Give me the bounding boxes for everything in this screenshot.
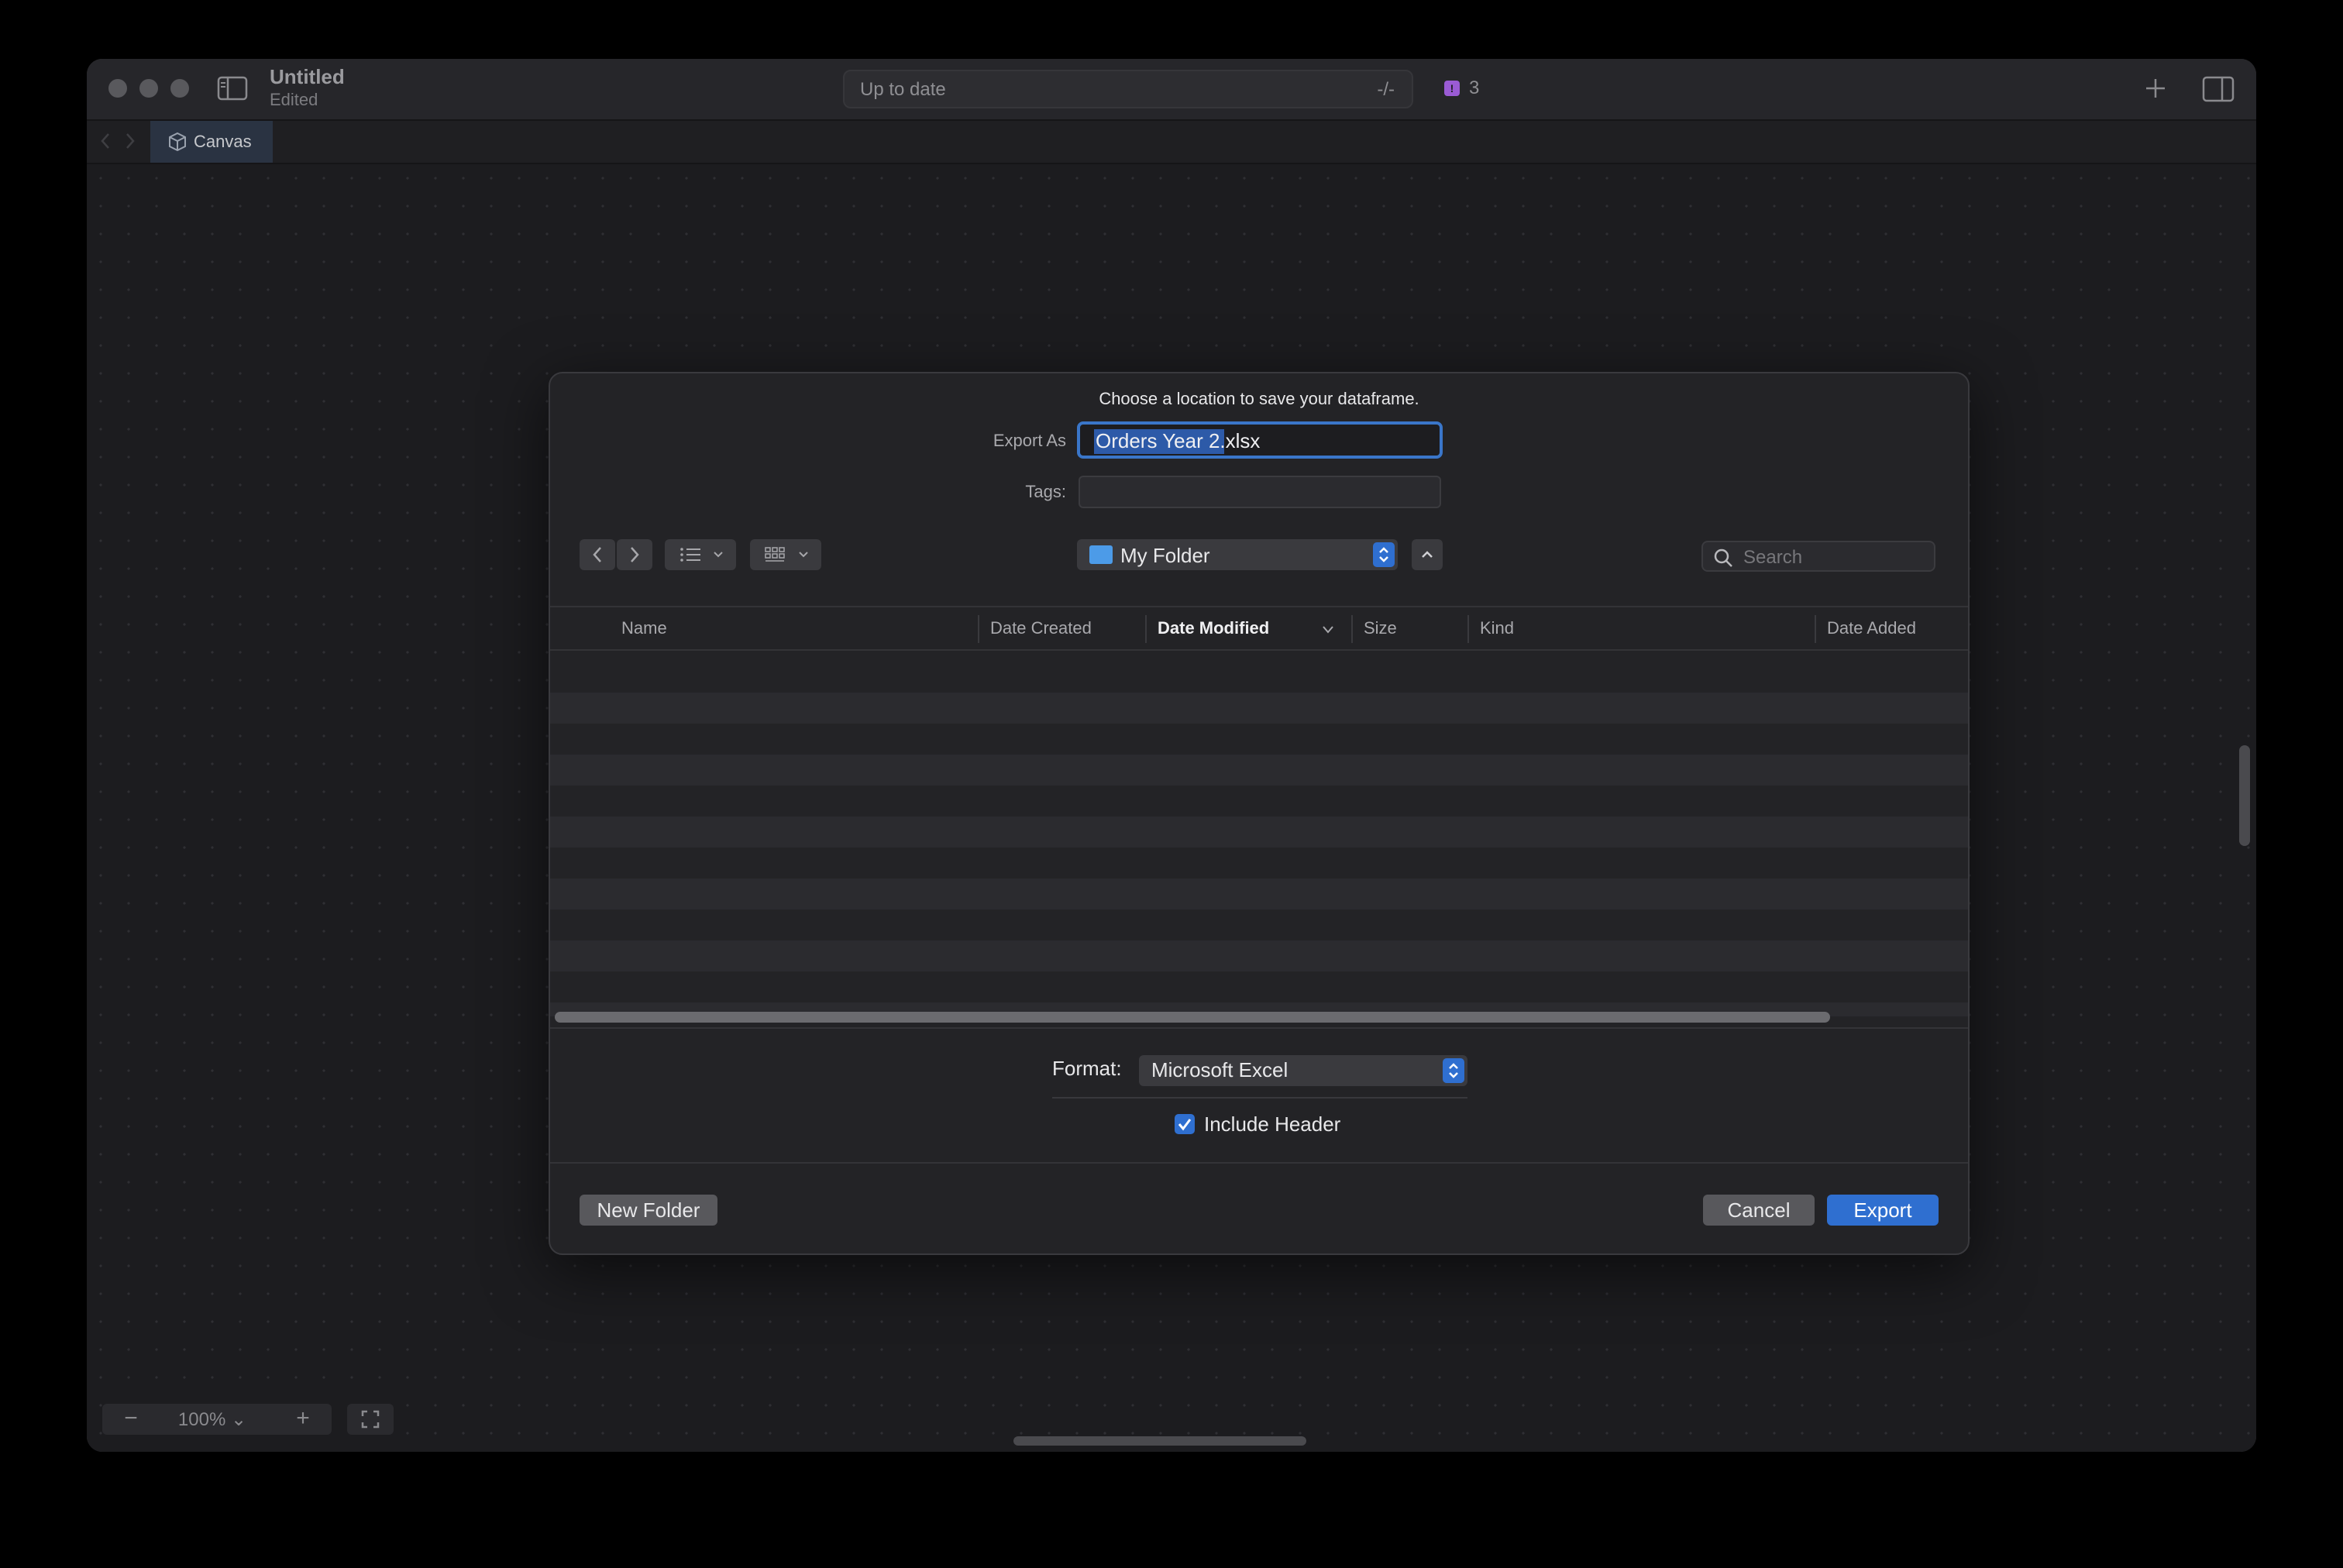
forward-icon[interactable]	[124, 132, 136, 154]
export-button[interactable]: Export	[1827, 1195, 1939, 1226]
sidebar-toggle-icon[interactable]	[217, 76, 248, 105]
cancel-button[interactable]: Cancel	[1703, 1195, 1815, 1226]
search-placeholder: Search	[1743, 547, 1803, 568]
column-date-added[interactable]: Date Added	[1827, 618, 1916, 638]
column-kind[interactable]: Kind	[1480, 618, 1514, 638]
export-as-label: Export As	[993, 431, 1066, 450]
column-date-modified[interactable]: Date Modified	[1158, 618, 1269, 638]
file-list[interactable]	[550, 652, 1968, 1016]
tags-input[interactable]	[1079, 476, 1441, 508]
status-field[interactable]: Up to date -/-	[843, 70, 1413, 108]
file-list-header: Name Date Created Date Modified Size Kin…	[550, 606, 1968, 651]
list-icon	[680, 548, 723, 562]
zoom-in-button[interactable]: +	[274, 1404, 332, 1435]
popup-arrows-icon	[1443, 1058, 1464, 1083]
issues-button[interactable]: ! 3	[1444, 70, 1506, 108]
list-row	[550, 940, 1968, 971]
group-view-button[interactable]	[750, 539, 821, 570]
tags-label: Tags:	[1025, 482, 1066, 501]
include-header-checkbox[interactable]	[1175, 1114, 1195, 1134]
forward-button[interactable]	[617, 539, 652, 570]
zoom-level-menu[interactable]: 100% ⌄	[164, 1408, 260, 1431]
dialog-message: Choose a location to save your dataframe…	[1099, 389, 1419, 408]
chevron-up-icon	[1422, 551, 1433, 558]
tab-bar: Canvas	[87, 121, 2256, 164]
divider	[1052, 1097, 1467, 1099]
location-value: My Folder	[1120, 544, 1210, 567]
issue-icon: !	[1444, 81, 1460, 96]
zoom-group: − 100% ⌄ +	[102, 1404, 332, 1435]
fullscreen-icon	[361, 1410, 380, 1429]
column-divider[interactable]	[978, 615, 979, 643]
list-row	[550, 693, 1968, 724]
popup-arrows-icon	[1373, 542, 1395, 567]
list-view-button[interactable]	[665, 539, 736, 570]
diff-text: -/-	[1377, 79, 1395, 100]
zoom-out-button[interactable]: −	[102, 1404, 160, 1435]
list-row	[550, 817, 1968, 848]
issues-count: 3	[1469, 77, 1480, 98]
title-bar: Untitled Edited Up to date -/- ! 3	[87, 59, 2256, 121]
format-label: Format:	[1052, 1057, 1122, 1080]
minimize-window-button[interactable]	[139, 79, 158, 98]
column-divider[interactable]	[1145, 615, 1147, 643]
sort-descending-icon	[1322, 624, 1334, 638]
search-input[interactable]: Search	[1701, 541, 1935, 572]
back-button[interactable]	[580, 539, 615, 570]
canvas-vertical-scrollbar[interactable]	[2239, 745, 2250, 846]
zoom-window-button[interactable]	[170, 79, 189, 98]
back-icon[interactable]	[99, 132, 112, 154]
export-as-input[interactable]: Orders Year 2.xlsx	[1077, 421, 1443, 459]
tab-canvas[interactable]: Canvas	[150, 121, 273, 163]
fit-to-screen-button[interactable]	[347, 1404, 394, 1435]
chevron-right-icon	[631, 547, 639, 562]
format-popup[interactable]: Microsoft Excel	[1139, 1055, 1467, 1086]
divider	[550, 1027, 1968, 1029]
export-dialog: Choose a location to save your dataframe…	[549, 372, 1970, 1255]
inspector-toggle-icon[interactable]	[2202, 76, 2235, 106]
export-as-value: Orders Year 2.xlsx	[1096, 429, 1261, 452]
window-subtitle: Edited	[270, 90, 318, 109]
column-divider[interactable]	[1815, 615, 1816, 643]
divider	[550, 1162, 1968, 1164]
location-popup[interactable]: My Folder	[1077, 539, 1398, 570]
column-name[interactable]: Name	[621, 618, 667, 638]
checkmark-icon	[1178, 1119, 1192, 1131]
expand-collapse-button[interactable]	[1412, 539, 1443, 570]
window-title: Untitled	[270, 65, 345, 88]
format-value: Microsoft Excel	[1151, 1058, 1288, 1081]
list-row	[550, 879, 1968, 910]
tab-canvas-label: Canvas	[194, 132, 252, 151]
new-folder-button[interactable]: New Folder	[580, 1195, 717, 1226]
canvas-horizontal-scrollbar[interactable]	[1013, 1436, 1306, 1446]
close-window-button[interactable]	[108, 79, 127, 98]
cube-icon	[167, 132, 188, 156]
column-divider[interactable]	[1467, 615, 1469, 643]
status-text: Up to date	[860, 79, 946, 100]
add-icon[interactable]	[2142, 74, 2169, 106]
search-icon	[1712, 547, 1734, 573]
folder-icon	[1089, 545, 1113, 564]
column-divider[interactable]	[1351, 615, 1353, 643]
chevron-left-icon	[593, 547, 601, 562]
column-date-created[interactable]: Date Created	[990, 618, 1092, 638]
app-window: Untitled Edited Up to date -/- ! 3 Canva…	[87, 59, 2256, 1452]
column-size[interactable]: Size	[1364, 618, 1397, 638]
list-row	[550, 755, 1968, 786]
grid-icon	[765, 547, 808, 562]
file-list-horizontal-scrollbar[interactable]	[555, 1012, 1830, 1023]
include-header-label[interactable]: Include Header	[1204, 1112, 1340, 1136]
